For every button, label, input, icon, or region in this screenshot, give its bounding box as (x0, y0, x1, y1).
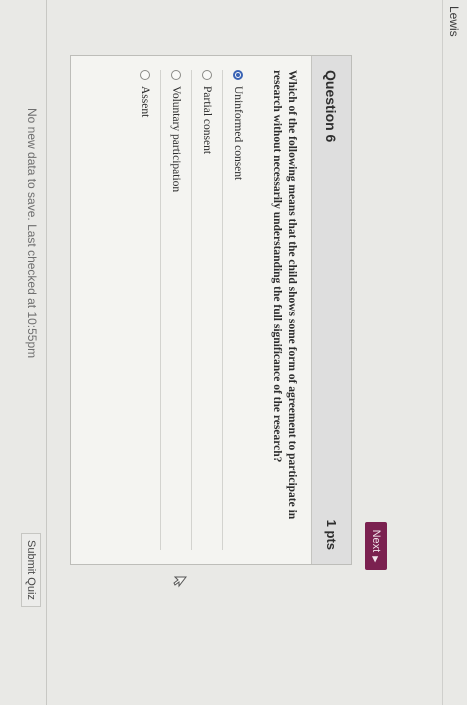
next-arrow-icon: ▶ (371, 556, 381, 563)
answer-option[interactable]: Assent (130, 70, 161, 550)
divider (46, 0, 47, 705)
next-label: Next (370, 529, 382, 553)
question-header: Question 6 1 pts (311, 56, 351, 564)
question-card: Question 6 1 pts Which of the following … (70, 55, 352, 565)
user-name: Lewis (447, 6, 461, 37)
cursor-icon (173, 576, 187, 588)
question-points: 1 pts (324, 519, 339, 550)
answer-label: Partial consent (201, 86, 213, 155)
divider (442, 0, 443, 705)
radio-icon[interactable] (171, 70, 181, 80)
save-status: No new data to save. Last checked at 10:… (25, 108, 39, 359)
answer-label: Assent (139, 86, 151, 118)
radio-selected-icon[interactable] (233, 70, 243, 80)
answer-label: Uninformed consent (232, 86, 244, 181)
radio-icon[interactable] (140, 70, 150, 80)
next-button[interactable]: Next ▶ (365, 522, 387, 570)
submit-quiz-button[interactable]: Submit Quiz (21, 533, 41, 607)
answer-option[interactable]: Voluntary participation (161, 70, 192, 550)
answer-option[interactable]: Partial consent (192, 70, 223, 550)
answer-list: Uninformed consent Partial consent Volun… (130, 70, 253, 550)
answer-option[interactable]: Uninformed consent (223, 70, 253, 550)
question-title: Question 6 (323, 70, 340, 143)
question-text: Which of the following means that the ch… (271, 70, 298, 520)
radio-icon[interactable] (202, 70, 212, 80)
quiz-page: Lewis Question 6 1 pts Which of the foll… (0, 0, 467, 705)
answer-label: Voluntary participation (170, 86, 182, 193)
